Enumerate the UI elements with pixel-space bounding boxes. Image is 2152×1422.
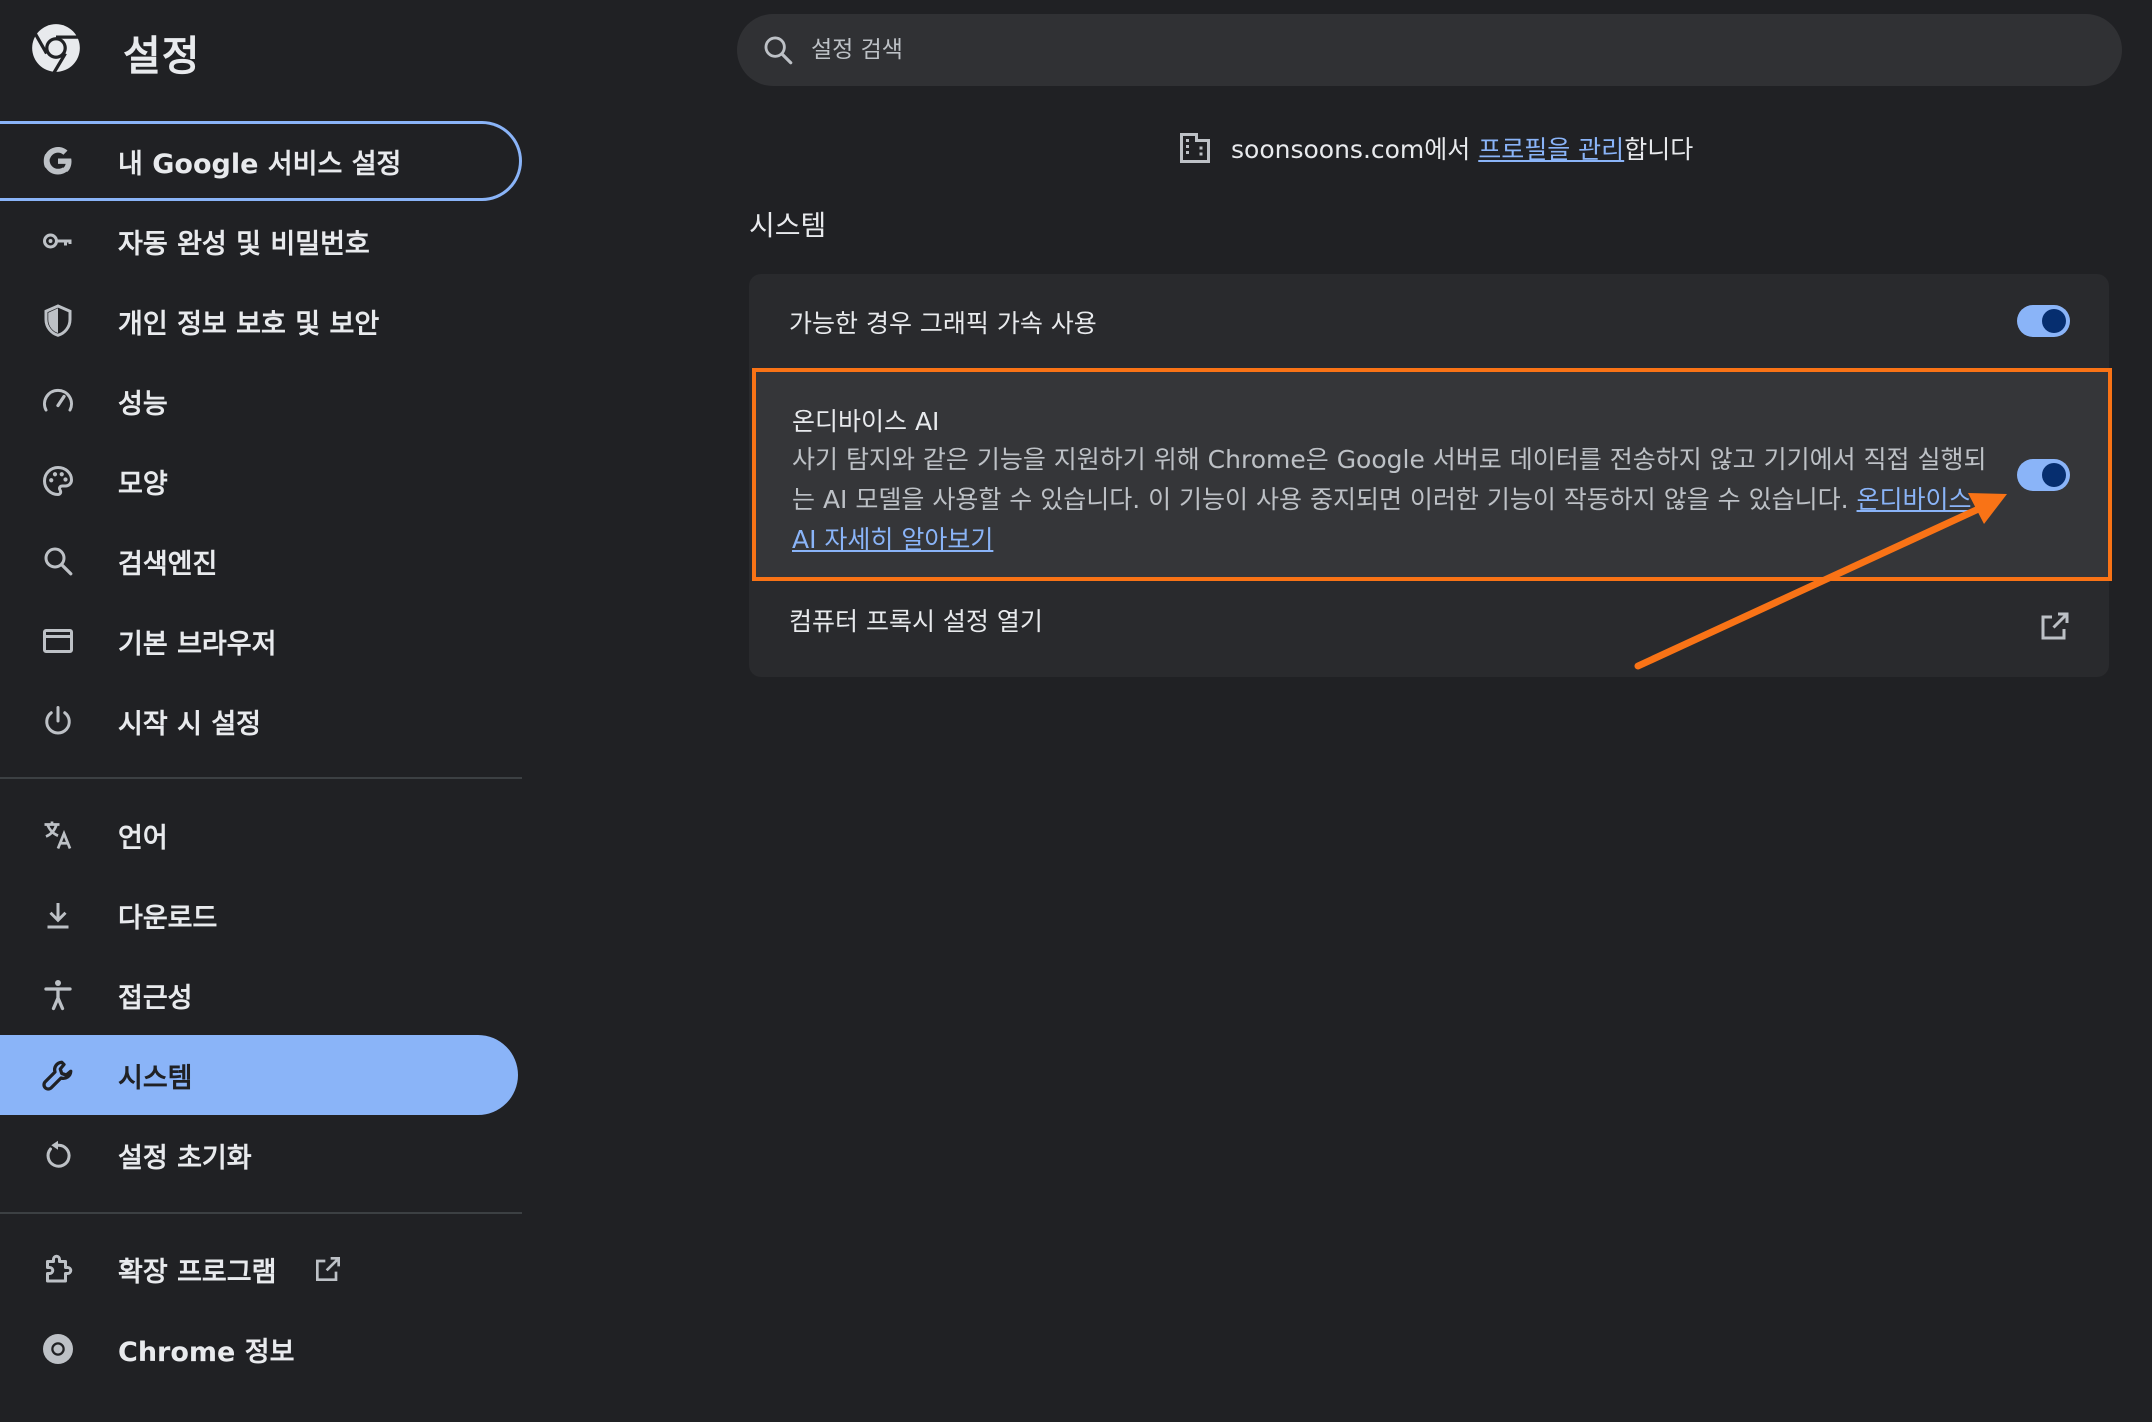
sidebar-item-appearance[interactable]: 모양: [0, 441, 522, 521]
sidebar-item-label: 시스템: [118, 1062, 193, 1094]
chrome-logo-icon: [32, 24, 80, 74]
on-device-ai-description: 사기 탐지와 같은 기능을 지원하기 위해 Chrome은 Google 서버로…: [792, 440, 1992, 560]
section-title: 시스템: [749, 209, 827, 242]
proxy-settings-label[interactable]: 컴퓨터 프록시 설정 열기: [789, 602, 1043, 638]
sidebar-divider: [0, 1212, 522, 1214]
sidebar-item-default-browser[interactable]: 기본 브라우저: [0, 601, 522, 681]
external-link-icon[interactable]: [2037, 608, 2073, 644]
sidebar-item-about-chrome[interactable]: Chrome 정보: [0, 1309, 522, 1389]
sidebar-item-label: 확장 프로그램: [118, 1250, 344, 1289]
accessibility-icon: [38, 975, 78, 1015]
download-icon: [38, 895, 78, 935]
shield-icon: [38, 301, 78, 341]
settings-search-box[interactable]: [737, 14, 2122, 86]
sidebar-item-google-services[interactable]: 내 Google 서비스 설정: [0, 121, 522, 201]
sidebar-item-autofill[interactable]: 자동 완성 및 비밀번호: [0, 201, 522, 281]
sidebar-item-label: Chrome 정보: [118, 1336, 295, 1368]
sidebar-item-label: 검색엔진: [118, 548, 218, 580]
page-title: 설정: [123, 32, 201, 80]
sidebar-item-label: 개인 정보 보호 및 보안: [118, 308, 380, 340]
key-icon: [38, 221, 78, 261]
sidebar-item-extensions[interactable]: 확장 프로그램: [0, 1229, 522, 1309]
extensions-label-text: 확장 프로그램: [118, 1256, 277, 1288]
reset-icon: [38, 1135, 78, 1175]
sidebar-item-reset[interactable]: 설정 초기화: [0, 1115, 522, 1195]
sidebar-item-accessibility[interactable]: 접근성: [0, 955, 522, 1035]
wrench-icon: [38, 1055, 78, 1095]
sidebar-item-label: 접근성: [118, 982, 193, 1014]
sidebar-item-label: 설정 초기화: [118, 1142, 252, 1174]
power-icon: [38, 701, 78, 741]
on-device-ai-row-highlight: 온디바이스 AI 사기 탐지와 같은 기능을 지원하기 위해 Chrome은 G…: [752, 368, 2112, 581]
manage-profile-link[interactable]: 프로필을 관리: [1478, 130, 1624, 166]
sidebar-item-label: 언어: [118, 822, 168, 854]
building-icon: [1180, 133, 1210, 163]
sidebar-item-label: 성능: [118, 388, 168, 420]
sidebar-item-performance[interactable]: 성능: [0, 361, 522, 441]
chrome-settings-page: 설정 내 Google 서비스 설정 자동 완성 및 비밀번호 개인 정보 보호…: [0, 0, 2152, 1422]
sidebar-item-privacy[interactable]: 개인 정보 보호 및 보안: [0, 281, 522, 361]
sidebar-item-label: 기본 브라우저: [118, 628, 277, 660]
sidebar-item-search-engine[interactable]: 검색엔진: [0, 521, 522, 601]
search-input[interactable]: [811, 37, 2011, 63]
gpu-acceleration-toggle[interactable]: [2017, 305, 2070, 337]
managed-prefix-text: soonsoons.com에서: [1231, 135, 1479, 164]
sidebar-item-label: 내 Google 서비스 설정: [118, 148, 402, 180]
sidebar-item-label: 다운로드: [118, 902, 218, 934]
on-device-ai-toggle[interactable]: [2017, 459, 2070, 491]
toggle-knob: [2042, 463, 2066, 487]
sidebar-item-label: 시작 시 설정: [118, 708, 261, 740]
sidebar-item-label: 모양: [118, 468, 168, 500]
google-g-icon: [38, 141, 78, 181]
managed-by-notice: soonsoons.com에서 프로필을 관리 합니다: [1177, 130, 1693, 166]
sidebar-item-on-startup[interactable]: 시작 시 설정: [0, 681, 522, 761]
toggle-knob: [2042, 309, 2066, 333]
palette-icon: [38, 461, 78, 501]
on-device-ai-title: 온디바이스 AI: [792, 407, 940, 436]
search-icon: [764, 36, 793, 65]
browser-window-icon: [38, 621, 78, 661]
translate-icon: [38, 815, 78, 855]
sidebar-divider: [0, 777, 522, 779]
ai-description-text: 사기 탐지와 같은 기능을 지원하기 위해 Chrome은 Google 서버로…: [792, 445, 1987, 514]
sidebar-item-system[interactable]: 시스템: [0, 1035, 518, 1115]
managed-suffix-text: 합니다: [1624, 135, 1694, 164]
gpu-acceleration-label: 가능한 경우 그래픽 가속 사용: [789, 309, 1097, 338]
speedometer-icon: [38, 381, 78, 421]
extension-icon: [38, 1249, 78, 1289]
search-icon: [38, 541, 78, 581]
external-link-icon: [316, 1257, 341, 1281]
sidebar-item-languages[interactable]: 언어: [0, 795, 522, 875]
chrome-icon: [38, 1329, 78, 1369]
sidebar-item-label: 자동 완성 및 비밀번호: [118, 228, 370, 260]
sidebar-item-downloads[interactable]: 다운로드: [0, 875, 522, 955]
